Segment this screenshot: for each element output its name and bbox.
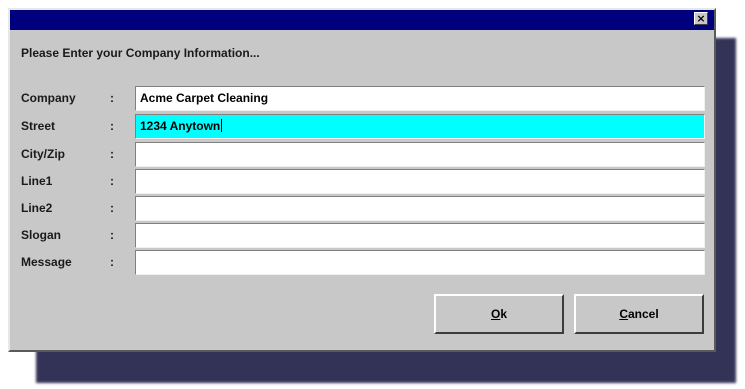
text-cursor: [221, 119, 223, 132]
city-zip-input[interactable]: [135, 142, 705, 167]
street-input[interactable]: 1234 Anytown: [135, 114, 705, 139]
ok-mnemonic: O: [490, 307, 501, 321]
field-row-slogan: Slogan :: [10, 223, 714, 249]
dialog-prompt: Please Enter your Company Information...: [21, 46, 260, 60]
company-input[interactable]: Acme Carpet Cleaning: [135, 86, 705, 111]
cancel-button[interactable]: Cancel: [574, 294, 704, 334]
field-row-street: Street : 1234 Anytown: [10, 114, 714, 140]
company-value: Acme Carpet Cleaning: [140, 91, 269, 105]
title-bar[interactable]: ×: [10, 10, 714, 30]
city-zip-colon: :: [110, 147, 114, 161]
company-info-dialog: × Please Enter your Company Information.…: [8, 8, 716, 352]
cancel-label-rest: ancel: [627, 307, 659, 321]
city-zip-label: City/Zip: [21, 147, 65, 161]
screenshot-canvas: × Please Enter your Company Information.…: [0, 0, 745, 389]
street-label: Street: [21, 119, 56, 133]
ok-button[interactable]: Ok: [434, 294, 564, 334]
line1-colon: :: [110, 174, 114, 188]
field-row-line2: Line2 :: [10, 196, 714, 222]
line2-colon: :: [110, 201, 114, 215]
close-icon[interactable]: ×: [694, 12, 708, 25]
field-row-city-zip: City/Zip :: [10, 142, 714, 168]
line1-label: Line1: [21, 174, 53, 188]
slogan-input[interactable]: [135, 223, 705, 248]
ok-label-rest: k: [500, 307, 508, 321]
line2-input[interactable]: [135, 196, 705, 221]
slogan-colon: :: [110, 228, 114, 242]
street-colon: :: [110, 119, 114, 133]
field-row-company: Company : Acme Carpet Cleaning: [10, 86, 714, 112]
field-row-message: Message :: [10, 250, 714, 276]
message-colon: :: [110, 255, 114, 269]
slogan-label: Slogan: [21, 228, 62, 242]
street-value: 1234 Anytown: [140, 119, 221, 133]
cancel-mnemonic: C: [619, 307, 628, 321]
line2-label: Line2: [21, 201, 53, 215]
company-colon: :: [110, 91, 114, 105]
message-input[interactable]: [135, 250, 705, 275]
line1-input[interactable]: [135, 169, 705, 194]
company-label: Company: [21, 91, 76, 105]
field-row-line1: Line1 :: [10, 169, 714, 195]
message-label: Message: [21, 255, 72, 269]
